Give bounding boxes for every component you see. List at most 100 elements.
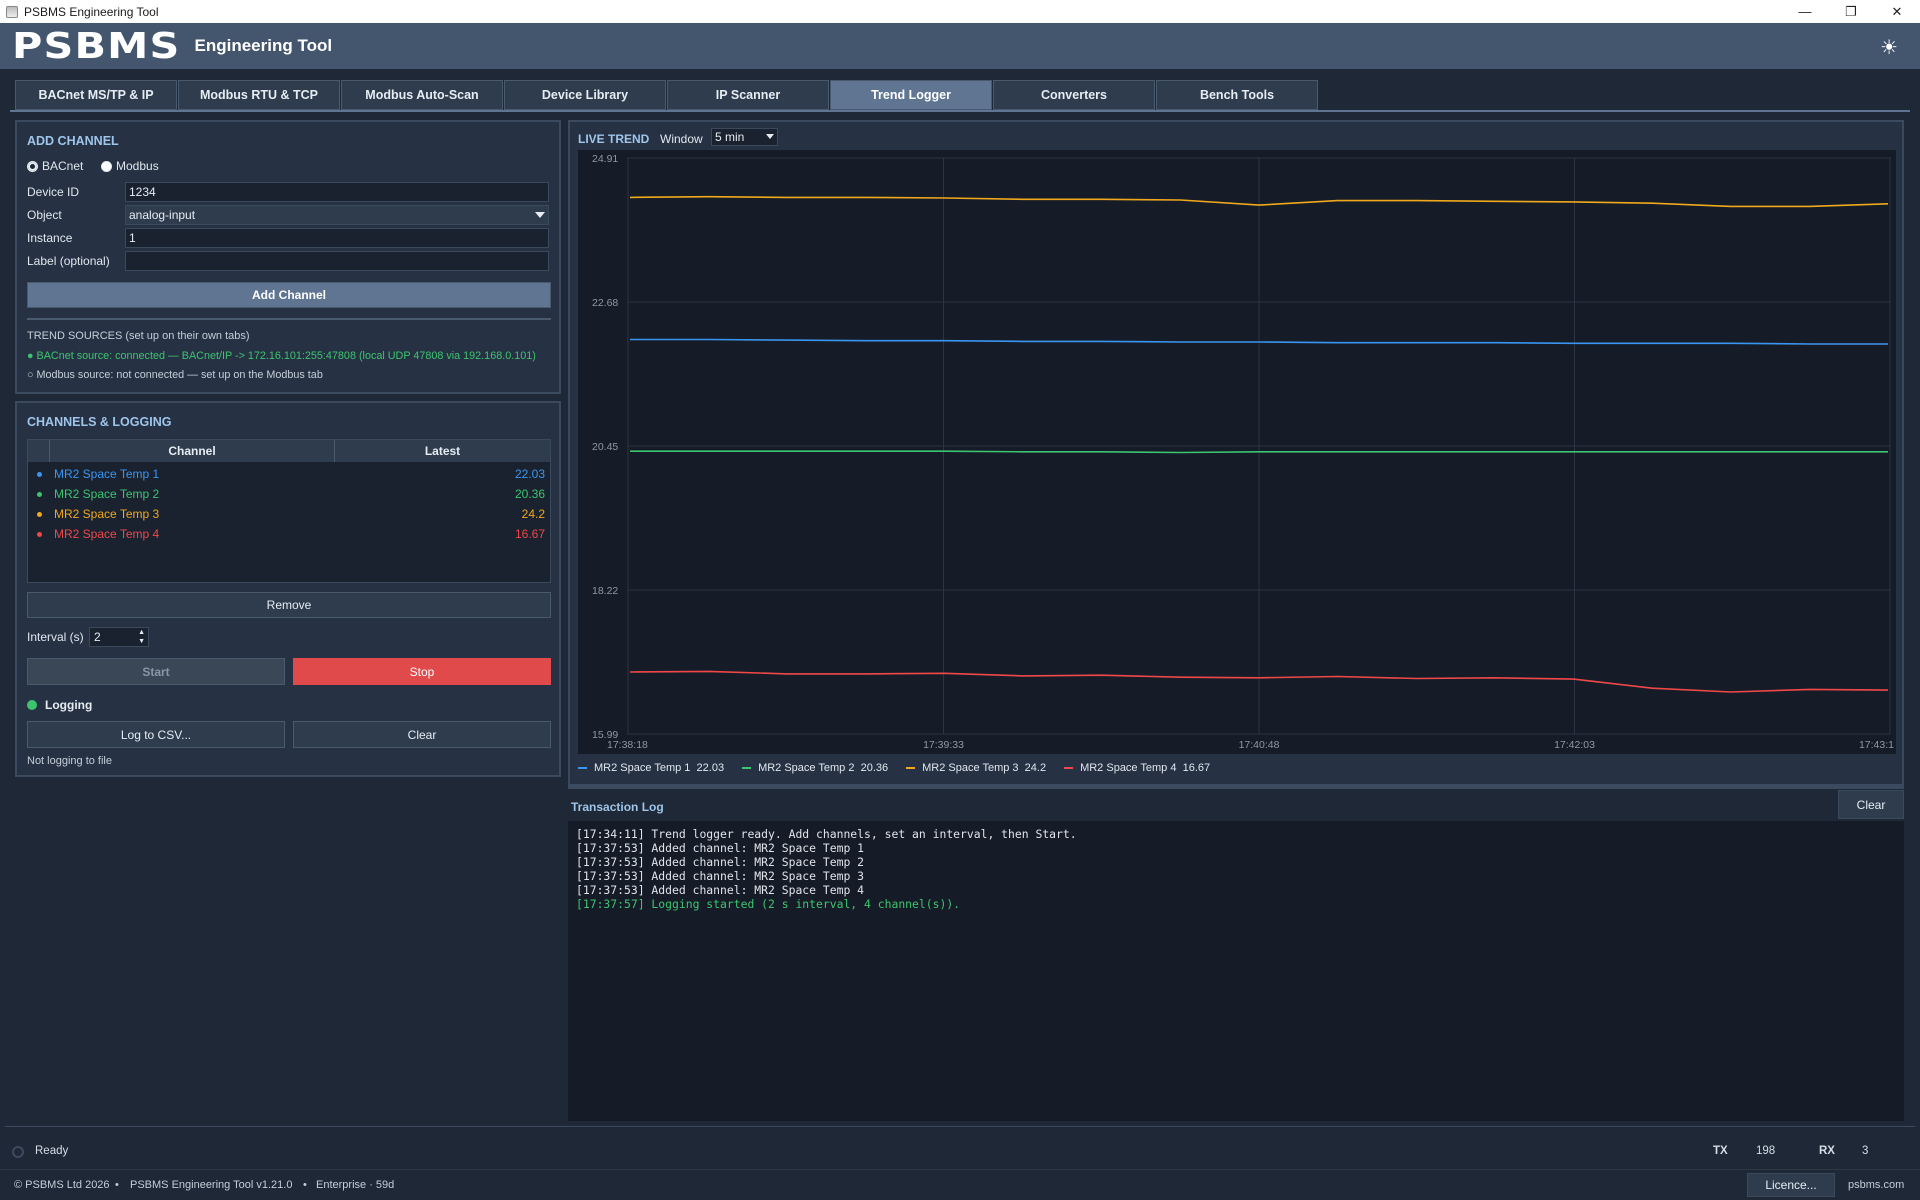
legend-swatch [742,767,752,769]
trend-chart: 24.9122.6820.4518.2215.9917:38:18 17:39:3… [592,153,1894,751]
legend-series-latest: 22.03 [696,762,725,774]
live-trend-panel: LIVE TREND Window 5 min 24.91 22.68 20.45 1… [568,120,1904,786]
channels-table: Channel Latest MR2 Space Temp 1 22.03 MR2 … [27,439,551,583]
tab-ip-scanner[interactable]: IP Scanner [667,80,829,110]
start-button[interactable]: Start [27,658,285,685]
licence-button[interactable]: Licence... [1747,1173,1835,1197]
window-titlebar: PSBMS Engineering Tool — ❐ ✕ [0,0,1920,23]
rx-count: 3 [1862,1145,1869,1157]
color-column-header [28,440,50,462]
object-select-value: analog-input [129,208,196,222]
channel-row[interactable]: MR2 Space Temp 4 16.67 [28,524,550,544]
tab-device-library[interactable]: Device Library [504,80,666,110]
channel-color-dot [37,491,42,497]
tx-label: TX [1713,1145,1728,1157]
website-link[interactable]: psbms.com [1848,1179,1904,1191]
close-icon[interactable]: ✕ [1874,0,1920,23]
remove-button[interactable]: Remove [27,592,551,618]
status-bar: Ready TX 198 RX 3 [0,1133,1920,1169]
device-id-label: Device ID [27,185,80,199]
window-select[interactable]: 5 min [711,128,778,146]
minimize-icon[interactable]: — [1782,0,1828,23]
chevron-down-icon[interactable] [535,212,545,218]
label-optional-label: Label (optional) [27,254,110,268]
channel-row[interactable]: MR2 Space Temp 2 20.36 [28,484,550,504]
modbus-source-status: ○ Modbus source: not connected — set up … [27,369,323,381]
radio-bacnet-label: BACnet [42,159,84,173]
transaction-log-title: Transaction Log [571,800,664,814]
tab-bench-tools[interactable]: Bench Tools [1156,80,1318,110]
channel-name: MR2 Space Temp 1 [54,467,160,481]
log-line: [17:37:53] Added channel: MR2 Space Temp… [576,869,865,883]
logging-status-label: Logging [45,698,93,712]
trend-sources-title: TREND SOURCES (set up on their own tabs) [27,330,250,342]
instance-label: Instance [27,231,73,245]
transaction-log[interactable]: [17:34:11] Trend logger ready. Add chann… [568,821,1904,1121]
theme-toggle-icon[interactable]: ☀ [1880,35,1898,60]
logging-status-led [27,700,37,710]
chevron-down-icon[interactable] [766,134,774,139]
legend-series-name: MR2 Space Temp 1 [594,762,691,774]
add-channel-button[interactable]: Add Channel [27,282,551,308]
instance-field[interactable]: 1 [125,228,549,248]
tab-trend-logger[interactable]: Trend Logger [830,80,992,110]
object-select[interactable]: analog-input [125,205,549,225]
app-logo: PSBMS [12,25,181,67]
channels-panel: CHANNELS & LOGGING Channel Latest MR2 Sp… [15,401,561,777]
tab-modbus-rtu-tcp[interactable]: Modbus RTU & TCP [178,80,340,110]
app-version: PSBMS Engineering Tool v1.21.0 [130,1179,293,1191]
legend-swatch [578,767,587,769]
restore-icon[interactable]: ❐ [1828,0,1874,23]
x-tick-label: 17:39:33 [923,739,964,751]
channel-color-dot [37,511,42,517]
channel-color-dot [37,471,42,477]
channel-latest: 16.67 [514,527,545,541]
latest-column-header[interactable]: Latest [335,440,550,462]
radio-bacnet-indicator[interactable] [27,160,38,172]
clear-channels-button[interactable]: Clear [293,721,551,748]
rx-label: RX [1819,1145,1835,1157]
radio-modbus[interactable]: Modbus [101,159,159,173]
interval-spinbox[interactable]: 2 ▲ ▼ [89,627,149,647]
main-tabs: BACnet MS/TP & IP Modbus RTU & TCP Modbus … [15,80,1319,110]
channel-row[interactable]: MR2 Space Temp 3 24.2 [28,504,550,524]
object-label: Object [27,208,62,222]
tx-count: 198 [1756,1145,1776,1157]
log-line: [17:37:57] Logging started (2 s interval… [576,897,961,911]
tabs-underline [10,110,1910,112]
x-tick-label: 17:40:48 [1239,739,1280,751]
spin-arrows-icon[interactable]: ▲ ▼ [138,628,145,646]
channel-name: MR2 Space Temp 4 [54,527,160,541]
log-clear-button[interactable]: Clear [1838,790,1904,819]
radio-bacnet[interactable]: BACnet [27,159,83,173]
legend-series-name: MR2 Space Temp 4 [1080,762,1177,774]
stop-button[interactable]: Stop [293,658,551,685]
plot-background: 24.91 22.68 20.45 18.22 15.99 17:38:18 17:39:3… [578,150,1896,754]
label-field[interactable] [125,251,549,271]
footer: © PSBMS Ltd 2026 • PSBMS Engineering Too… [0,1169,1920,1200]
log-line: [17:34:11] Trend logger ready. Add chann… [576,827,1077,841]
log-line: [17:37:53] Added channel: MR2 Space Temp… [576,841,865,855]
radio-modbus-indicator[interactable] [101,160,112,172]
y-tick-label: 20.45 [592,441,618,453]
licence-info: Enterprise · 59d [316,1179,395,1191]
legend-series-name: MR2 Space Temp 2 [758,762,855,774]
log-to-csv-button[interactable]: Log to CSV... [27,721,285,748]
legend-swatch [906,767,916,769]
radio-modbus-label: Modbus [116,159,159,173]
window-title: PSBMS Engineering Tool [24,4,159,19]
file-status: Not logging to file [27,755,112,767]
device-id-field[interactable]: 1234 [125,182,549,202]
channel-column-header[interactable]: Channel [50,440,335,462]
panel-splitter[interactable] [568,784,1904,789]
channel-row[interactable]: MR2 Space Temp 1 22.03 [28,464,550,484]
y-tick-label: 18.22 [592,585,618,597]
tab-modbus-auto-scan[interactable]: Modbus Auto-Scan [341,80,503,110]
tab-converters[interactable]: Converters [993,80,1155,110]
copyright: © PSBMS Ltd 2026 [14,1179,110,1191]
footer-separator: • [115,1179,119,1191]
log-line: [17:37:53] Added channel: MR2 Space Temp… [576,883,865,897]
tab-bacnet-ms-tp-ip[interactable]: BACnet MS/TP & IP [15,80,177,110]
legend-series-name: MR2 Space Temp 3 [922,762,1019,774]
legend-swatch [1064,767,1074,769]
